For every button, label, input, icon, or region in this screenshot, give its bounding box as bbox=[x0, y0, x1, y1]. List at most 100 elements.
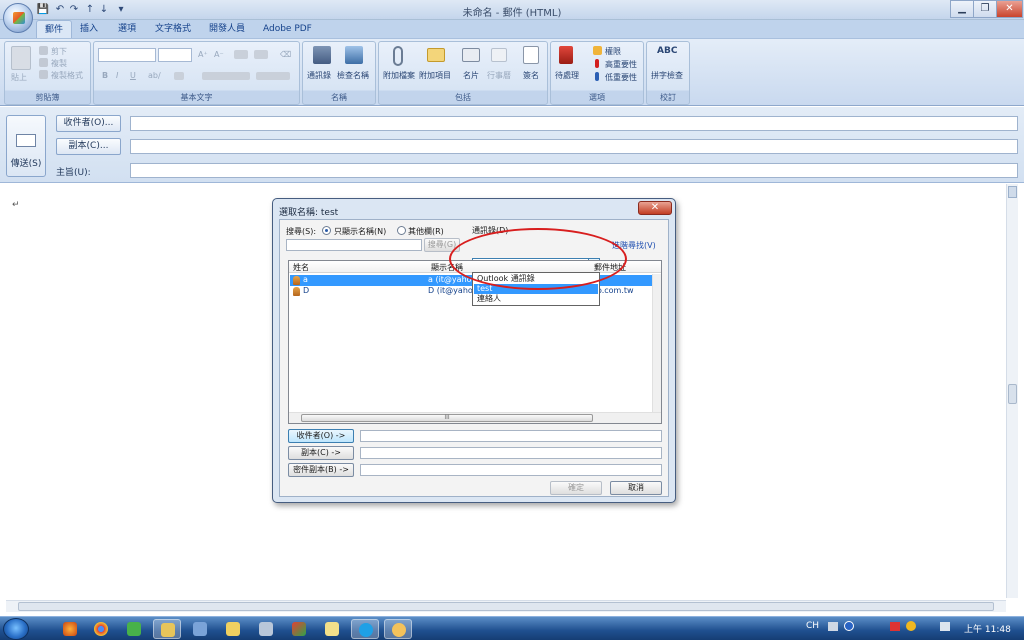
start-button[interactable] bbox=[3, 618, 29, 640]
ruler-toggle-icon[interactable] bbox=[1008, 186, 1017, 198]
arrow-up-icon[interactable]: ↑ bbox=[83, 3, 97, 17]
undo-icon[interactable]: ↶ bbox=[53, 3, 67, 17]
tray-app-icon[interactable] bbox=[906, 621, 916, 631]
column-display-name[interactable]: 顯示名稱 bbox=[431, 262, 463, 273]
clear-format-button[interactable]: ⌫ bbox=[280, 50, 291, 59]
list-hscroll[interactable]: III bbox=[289, 412, 661, 423]
dropdown-item-outlook[interactable]: Outlook 通訊錄 bbox=[474, 274, 598, 284]
column-name[interactable]: 姓名 bbox=[293, 262, 309, 273]
dialog-close-button[interactable]: ✕ bbox=[638, 201, 672, 215]
dropdown-item-test[interactable]: test bbox=[474, 284, 598, 294]
font-grow-button[interactable]: A⁺ bbox=[198, 50, 208, 59]
format-painter-button[interactable]: 複製格式 bbox=[51, 70, 83, 81]
redo-icon[interactable]: ↷ bbox=[67, 3, 81, 17]
attach-file-button[interactable]: 附加檔案 bbox=[383, 70, 415, 81]
to-button[interactable]: 收件者(O)... bbox=[56, 115, 121, 132]
volume-icon[interactable] bbox=[940, 622, 950, 631]
add-cc-button[interactable]: 副本(C) -> bbox=[288, 446, 354, 460]
highlight-button[interactable]: ab∕ bbox=[148, 71, 161, 80]
flag-tray-icon[interactable] bbox=[890, 622, 900, 631]
numbering-icon[interactable] bbox=[254, 50, 268, 59]
attach-item-button[interactable]: 附加項目 bbox=[419, 70, 451, 81]
bold-button[interactable]: B bbox=[102, 71, 108, 80]
signature-button[interactable]: 簽名 bbox=[523, 70, 539, 81]
go-button[interactable]: 搜尋(G) bbox=[424, 238, 460, 252]
tab-insert[interactable]: 插入 bbox=[72, 20, 106, 38]
add-to-button[interactable]: 收件者(O) -> bbox=[288, 429, 354, 443]
tab-options[interactable]: 選項 bbox=[110, 20, 144, 38]
taskbar-explorer[interactable] bbox=[153, 619, 181, 639]
send-button[interactable]: 傳送(S) bbox=[6, 115, 46, 177]
taskbar-app5[interactable] bbox=[186, 619, 214, 639]
subject-field[interactable] bbox=[130, 163, 1018, 178]
more-columns-radio[interactable] bbox=[397, 226, 406, 235]
customize-qat-icon[interactable]: ▾ bbox=[114, 3, 128, 17]
horizontal-scrollbar[interactable] bbox=[6, 600, 1006, 612]
underline-button[interactable]: U bbox=[130, 71, 136, 80]
high-importance-button[interactable]: 高重要性 bbox=[605, 59, 637, 70]
advanced-find-link[interactable]: 進階尋找(V) bbox=[612, 240, 656, 251]
list-hscroll-thumb[interactable]: III bbox=[301, 414, 593, 422]
italic-button[interactable]: I bbox=[116, 71, 118, 80]
save-icon[interactable]: 💾 bbox=[36, 3, 50, 17]
taskbar-app7[interactable] bbox=[252, 619, 280, 639]
vertical-scroll-thumb[interactable] bbox=[1008, 384, 1017, 404]
taskbar-outlook[interactable] bbox=[384, 619, 412, 639]
bcc-recipients-field[interactable] bbox=[360, 464, 662, 476]
tab-message[interactable]: 郵件 bbox=[36, 20, 73, 38]
font-size-box[interactable] bbox=[158, 48, 192, 62]
tab-adobe-pdf[interactable]: Adobe PDF bbox=[255, 20, 320, 38]
font-name-box[interactable] bbox=[98, 48, 156, 62]
taskbar-clock[interactable]: 上午 11:48 bbox=[964, 622, 1011, 635]
bullets-icon[interactable] bbox=[234, 50, 248, 59]
cc-button[interactable]: 副本(C)... bbox=[56, 138, 121, 155]
vertical-scrollbar[interactable] bbox=[1006, 184, 1018, 598]
copy-button[interactable]: 複製 bbox=[51, 58, 67, 69]
font-color-icon[interactable] bbox=[174, 72, 184, 80]
help-icon[interactable] bbox=[844, 621, 854, 631]
search-input[interactable] bbox=[286, 239, 422, 251]
cut-button[interactable]: 剪下 bbox=[51, 46, 67, 57]
cancel-button[interactable]: 取消 bbox=[610, 481, 662, 495]
name-only-radio[interactable] bbox=[322, 226, 331, 235]
indent-buttons-icon[interactable] bbox=[256, 72, 290, 80]
tab-format-text[interactable]: 文字格式 bbox=[147, 20, 199, 38]
permission-icon bbox=[593, 46, 602, 55]
taskbar-app6[interactable] bbox=[219, 619, 247, 639]
to-field[interactable] bbox=[130, 116, 1018, 131]
follow-up-button[interactable]: 待處理 bbox=[555, 70, 579, 81]
spelling-button[interactable]: 拼字檢查 bbox=[651, 70, 683, 81]
keyboard-icon[interactable] bbox=[828, 622, 838, 631]
add-bcc-button[interactable]: 密件副本(B) -> bbox=[288, 463, 354, 477]
paste-button[interactable]: 貼上 bbox=[11, 72, 27, 83]
arrow-down-icon[interactable]: ↓ bbox=[97, 3, 111, 17]
list-vscroll[interactable] bbox=[652, 274, 661, 412]
taskbar-app9[interactable] bbox=[318, 619, 346, 639]
cc-recipients-field[interactable] bbox=[360, 447, 662, 459]
check-names-button[interactable]: 檢查名稱 bbox=[337, 70, 369, 81]
ok-button[interactable]: 確定 bbox=[550, 481, 602, 495]
taskbar-app8[interactable] bbox=[285, 619, 313, 639]
align-buttons-icon[interactable] bbox=[202, 72, 250, 80]
taskbar-skype[interactable] bbox=[351, 619, 379, 639]
office-button[interactable] bbox=[3, 3, 33, 33]
font-shrink-button[interactable]: A⁻ bbox=[214, 50, 224, 59]
restore-button[interactable]: ❐ bbox=[973, 0, 997, 18]
taskbar-chrome[interactable] bbox=[87, 619, 115, 639]
horizontal-scroll-thumb[interactable] bbox=[18, 602, 994, 611]
dropdown-item-contacts[interactable]: 連絡人 bbox=[474, 294, 598, 304]
tab-developer[interactable]: 開發人員 bbox=[201, 20, 253, 38]
address-book-button[interactable]: 通訊錄 bbox=[307, 70, 331, 81]
to-recipients-field[interactable] bbox=[360, 430, 662, 442]
cc-field[interactable] bbox=[130, 139, 1018, 154]
taskbar-firefox[interactable] bbox=[56, 619, 84, 639]
permission-button[interactable]: 權限 bbox=[605, 46, 621, 57]
taskbar-app3[interactable] bbox=[120, 619, 148, 639]
include-group-label: 包括 bbox=[455, 93, 471, 102]
low-importance-button[interactable]: 低重要性 bbox=[605, 72, 637, 83]
language-indicator[interactable]: CH bbox=[806, 621, 819, 631]
minimize-button[interactable]: ▁ bbox=[950, 0, 974, 18]
business-card-button[interactable]: 名片 bbox=[463, 70, 479, 81]
calendar-button[interactable]: 行事曆 bbox=[487, 70, 511, 81]
close-button[interactable]: ✕ bbox=[996, 0, 1023, 18]
